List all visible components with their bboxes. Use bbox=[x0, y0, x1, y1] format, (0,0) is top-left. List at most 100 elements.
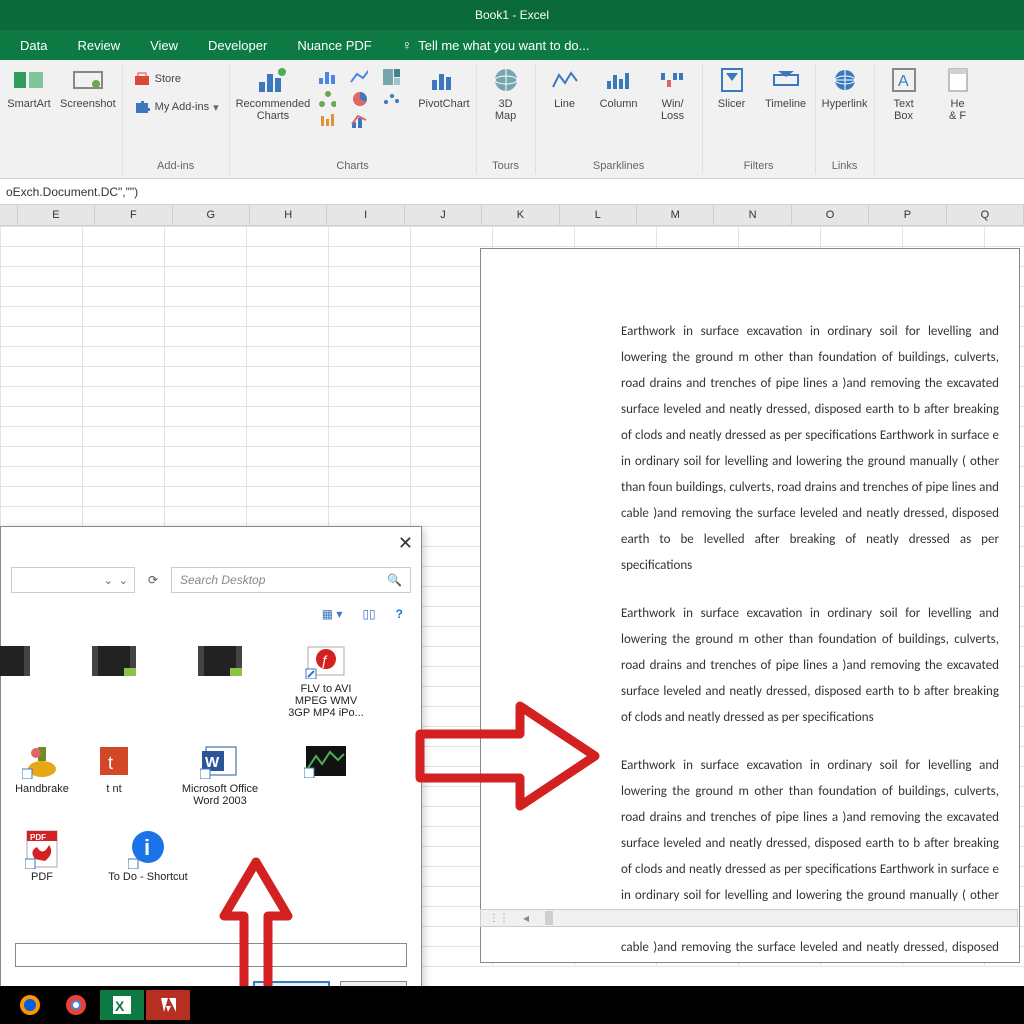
col-header[interactable]: H bbox=[250, 205, 327, 225]
sparkline-line-button[interactable]: Line bbox=[542, 64, 588, 110]
address-bar[interactable]: ⌄ ⌄ bbox=[11, 567, 135, 593]
filename-input[interactable] bbox=[15, 943, 407, 967]
search-input[interactable]: Search Desktop 🔍 bbox=[171, 567, 411, 593]
file-item[interactable] bbox=[179, 643, 261, 719]
group-label: Tours bbox=[492, 160, 519, 172]
svg-text:ƒ: ƒ bbox=[321, 652, 329, 668]
scroll-left-icon[interactable]: ◂ bbox=[517, 911, 535, 925]
close-icon[interactable]: ✕ bbox=[398, 533, 413, 554]
header-footer-icon bbox=[942, 64, 974, 96]
file-item[interactable]: W Microsoft Office Word 2003 bbox=[179, 743, 261, 807]
tab-review[interactable]: Review bbox=[77, 38, 120, 53]
file-item[interactable]: PDF PDF bbox=[1, 831, 83, 883]
window-title: Book1 - Excel bbox=[475, 8, 549, 22]
col-header[interactable]: N bbox=[714, 205, 791, 225]
smartart-icon bbox=[13, 64, 45, 96]
history-dropdown-icon: ⌄ bbox=[119, 574, 128, 587]
pivotchart-button[interactable]: PivotChart bbox=[418, 64, 469, 110]
file-item[interactable]: i To Do - Shortcut bbox=[107, 831, 189, 883]
scroll-thumb[interactable] bbox=[545, 911, 553, 925]
converter-shortcut-icon: ƒ bbox=[302, 643, 350, 679]
sparkline-column-button[interactable]: Column bbox=[596, 64, 642, 110]
bar-chart-icon[interactable] bbox=[318, 68, 336, 86]
file-item[interactable] bbox=[73, 643, 155, 719]
refresh-icon[interactable]: ⟳ bbox=[143, 573, 163, 587]
3d-map-button[interactable]: 3D Map bbox=[483, 64, 529, 122]
tab-nuance-pdf[interactable]: Nuance PDF bbox=[297, 38, 371, 53]
file-label: To Do - Shortcut bbox=[108, 871, 187, 883]
col-header[interactable]: K bbox=[482, 205, 559, 225]
line-chart-icon[interactable] bbox=[350, 68, 368, 86]
group-text: A Text Box He & F bbox=[875, 64, 987, 174]
info-shortcut-icon: i bbox=[124, 831, 172, 867]
treemap-icon[interactable] bbox=[382, 68, 400, 86]
recommended-charts-button[interactable]: Recommended Charts bbox=[236, 64, 311, 122]
file-label: t nt bbox=[106, 783, 121, 795]
col-header[interactable]: J bbox=[405, 205, 482, 225]
svg-text:i: i bbox=[144, 835, 150, 860]
col-header[interactable]: O bbox=[792, 205, 869, 225]
file-open-dialog: ✕ ⌄ ⌄ ⟳ Search Desktop 🔍 ▦ ▾ ▯▯ ? bbox=[0, 526, 422, 1024]
store-icon bbox=[133, 70, 151, 88]
view-options-icon[interactable]: ▦ ▾ bbox=[322, 607, 343, 621]
file-item[interactable]: Handbrake bbox=[1, 743, 83, 807]
sparkline-line-icon bbox=[549, 64, 581, 96]
group-illustrations: SmartArt Screenshot bbox=[0, 64, 123, 174]
pie-chart-icon[interactable] bbox=[350, 90, 368, 108]
hierarchy-icon[interactable] bbox=[318, 90, 336, 108]
video-file-icon bbox=[196, 643, 244, 679]
worksheet-grid[interactable]: Earthwork in surface excavation in ordin… bbox=[0, 226, 1024, 967]
header-footer-button[interactable]: He & F bbox=[935, 64, 981, 122]
embedded-pdf-object[interactable]: Earthwork in surface excavation in ordin… bbox=[480, 248, 1020, 963]
timeline-icon bbox=[770, 64, 802, 96]
file-item[interactable]: t t nt bbox=[73, 743, 155, 807]
col-header[interactable]: F bbox=[95, 205, 172, 225]
video-file-icon bbox=[90, 643, 138, 679]
file-item[interactable]: ƒ FLV to AVI MPEG WMV 3GP MP4 iPo... bbox=[285, 643, 367, 719]
tab-developer[interactable]: Developer bbox=[208, 38, 267, 53]
chrome-icon[interactable] bbox=[54, 990, 98, 1020]
screenshot-button[interactable]: Screenshot bbox=[60, 64, 116, 110]
taskmanager-icon bbox=[302, 743, 350, 779]
col-header[interactable]: Q bbox=[947, 205, 1024, 225]
combo-chart-icon[interactable] bbox=[350, 112, 368, 130]
pivotchart-label: PivotChart bbox=[418, 98, 469, 110]
excel-taskbar-icon[interactable]: X bbox=[100, 990, 144, 1020]
stock-chart-icon[interactable] bbox=[318, 112, 336, 130]
screenshot-icon bbox=[72, 64, 104, 96]
col-header[interactable]: M bbox=[637, 205, 714, 225]
slicer-button[interactable]: Slicer bbox=[709, 64, 755, 110]
scatter-chart-icon[interactable] bbox=[382, 90, 400, 108]
smartart-button[interactable]: SmartArt bbox=[6, 64, 52, 110]
group-tours: 3D Map Tours bbox=[477, 64, 536, 174]
dropdown-icon: ▾ bbox=[213, 101, 219, 114]
tell-me-search[interactable]: ♀ Tell me what you want to do... bbox=[402, 37, 590, 53]
file-item[interactable] bbox=[285, 743, 367, 807]
col-header[interactable]: G bbox=[173, 205, 250, 225]
formula-bar[interactable]: oExch.Document.DC","") bbox=[0, 179, 1024, 205]
timeline-button[interactable]: Timeline bbox=[763, 64, 809, 110]
file-item[interactable] bbox=[0, 643, 49, 719]
label: Timeline bbox=[765, 98, 806, 110]
preview-pane-icon[interactable]: ▯▯ bbox=[362, 607, 375, 621]
tab-view[interactable]: View bbox=[150, 38, 178, 53]
title-bar: Book1 - Excel bbox=[0, 0, 1024, 30]
textbox-button[interactable]: A Text Box bbox=[881, 64, 927, 122]
help-icon[interactable]: ? bbox=[396, 607, 403, 621]
my-addins-button[interactable]: My Add-ins ▾ bbox=[129, 96, 223, 118]
store-button[interactable]: Store bbox=[129, 68, 185, 90]
horizontal-scrollbar[interactable]: ⋮⋮ ◂ bbox=[480, 909, 1018, 927]
col-header[interactable]: P bbox=[869, 205, 946, 225]
col-header[interactable]: I bbox=[327, 205, 404, 225]
col-header[interactable]: E bbox=[18, 205, 95, 225]
slicer-icon bbox=[716, 64, 748, 96]
file-label: FLV to AVI MPEG WMV 3GP MP4 iPo... bbox=[285, 683, 367, 719]
adobe-taskbar-icon[interactable] bbox=[146, 990, 190, 1020]
sparkline-winloss-button[interactable]: Win/ Loss bbox=[650, 64, 696, 122]
sparkline-column-icon bbox=[603, 64, 635, 96]
col-header[interactable]: L bbox=[560, 205, 637, 225]
hyperlink-button[interactable]: Hyperlink bbox=[822, 64, 868, 110]
firefox-icon[interactable] bbox=[8, 990, 52, 1020]
file-label: Handbrake bbox=[15, 783, 69, 795]
tab-data[interactable]: Data bbox=[20, 38, 47, 53]
